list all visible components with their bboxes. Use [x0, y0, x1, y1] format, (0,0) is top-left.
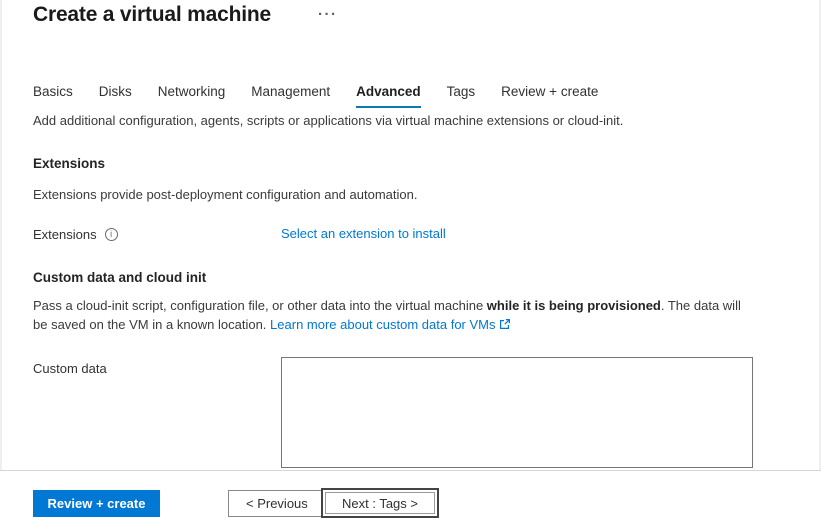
extensions-label-text: Extensions	[33, 227, 97, 242]
more-menu-icon[interactable]: ···	[314, 0, 342, 28]
tab-networking[interactable]: Networking	[158, 84, 226, 108]
tab-disks[interactable]: Disks	[99, 84, 132, 108]
extensions-field-label: Extensions i	[33, 227, 118, 242]
custom-data-desc-text: Pass a cloud-init script, configuration …	[33, 298, 487, 313]
tab-basics[interactable]: Basics	[33, 84, 73, 108]
tab-strip: Basics Disks Networking Management Advan…	[33, 84, 598, 108]
review-create-button[interactable]: Review + create	[33, 490, 160, 517]
extensions-section-description: Extensions provide post-deployment confi…	[33, 186, 417, 205]
custom-data-desc-bold: while it is being provisioned	[487, 298, 661, 313]
next-tags-button[interactable]: Next : Tags >	[321, 488, 439, 518]
tab-management[interactable]: Management	[251, 84, 330, 108]
tab-advanced[interactable]: Advanced	[356, 84, 421, 108]
page-title: Create a virtual machine	[33, 3, 271, 27]
custom-data-section-description: Pass a cloud-init script, configuration …	[33, 297, 749, 334]
external-link-icon	[499, 318, 511, 330]
learn-more-link[interactable]: Learn more about custom data for VMs	[270, 317, 510, 332]
select-extension-link[interactable]: Select an extension to install	[281, 226, 446, 241]
custom-data-label-text: Custom data	[33, 361, 107, 376]
create-vm-page: Create a virtual machine ··· Basics Disk…	[0, 0, 821, 531]
previous-button[interactable]: < Previous	[228, 490, 326, 517]
info-icon[interactable]: i	[105, 228, 118, 241]
custom-data-section-heading: Custom data and cloud init	[33, 270, 206, 285]
panel-left-border	[0, 0, 2, 470]
extensions-section-heading: Extensions	[33, 156, 105, 171]
footer-divider	[0, 470, 821, 471]
tab-review-create[interactable]: Review + create	[501, 84, 598, 108]
custom-data-field-label: Custom data	[33, 361, 107, 376]
tab-tags[interactable]: Tags	[447, 84, 476, 108]
custom-data-input[interactable]	[281, 357, 753, 468]
tab-description: Add additional configuration, agents, sc…	[33, 112, 753, 131]
